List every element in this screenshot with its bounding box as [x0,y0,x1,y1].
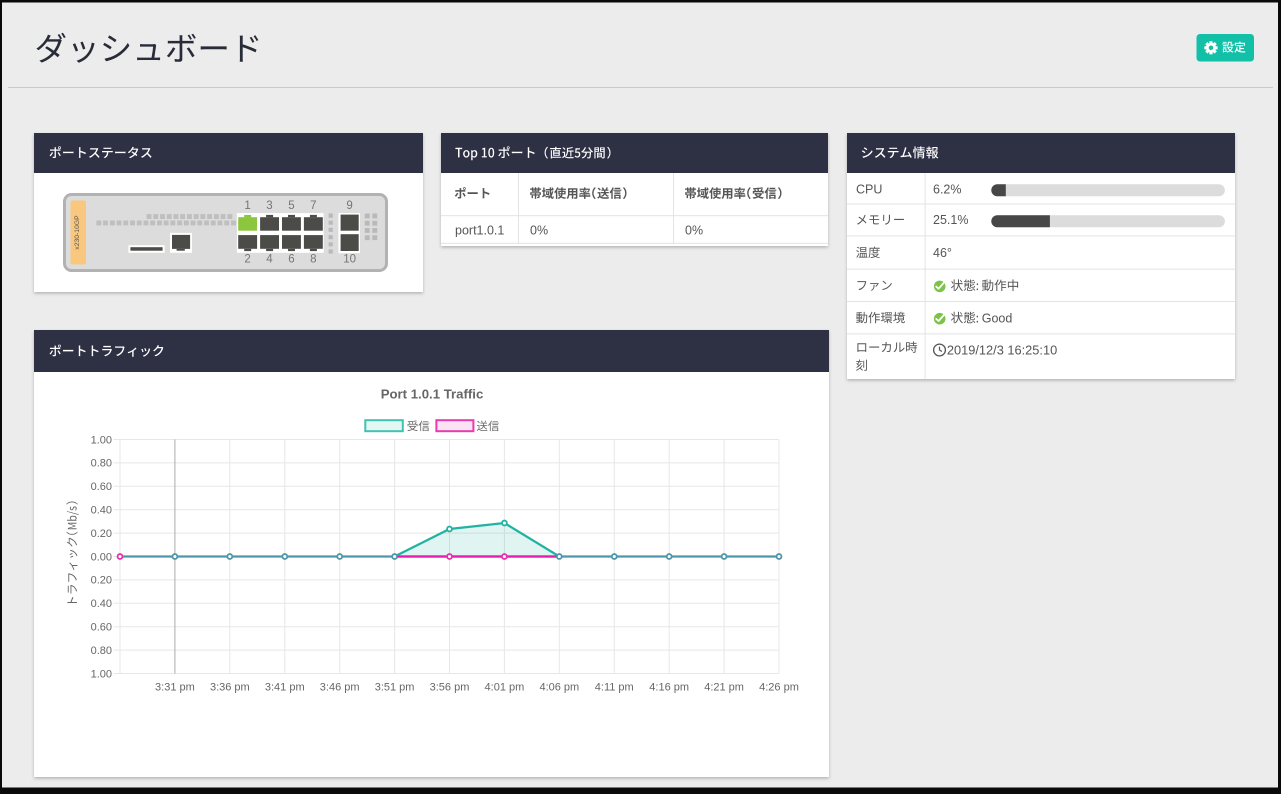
svg-text:3:31 pm: 3:31 pm [155,682,195,694]
svg-text:0.80: 0.80 [91,458,112,470]
svg-text:0.20: 0.20 [91,575,112,587]
svg-text:0.20: 0.20 [91,528,112,540]
svg-text:7: 7 [310,200,316,212]
svg-text:1.00: 1.00 [91,434,112,446]
svg-text:CPU: CPU [856,182,882,196]
svg-text:0%: 0% [530,224,548,238]
svg-text:6: 6 [288,253,294,265]
svg-text:0%: 0% [685,224,703,238]
svg-text:3: 3 [266,200,272,212]
svg-text:46°: 46° [933,246,952,260]
svg-text:8: 8 [310,253,316,265]
svg-text:3:41 pm: 3:41 pm [265,682,305,694]
svg-text:2019/12/3 16:25:10: 2019/12/3 16:25:10 [947,343,1057,358]
svg-text:3:56 pm: 3:56 pm [430,682,470,694]
svg-text:x230-10GP: x230-10GP [74,215,81,250]
svg-text:Port 1.0.1 Traffic: Port 1.0.1 Traffic [381,387,484,402]
svg-text:2: 2 [244,253,250,265]
svg-text:10: 10 [343,253,356,265]
svg-text:4:21 pm: 4:21 pm [704,682,744,694]
svg-text:6.2%: 6.2% [933,182,962,196]
svg-text:4:01 pm: 4:01 pm [485,682,525,694]
svg-text:port1.0.1: port1.0.1 [455,224,504,238]
svg-text:9: 9 [346,200,352,212]
svg-text:1.00: 1.00 [91,668,112,680]
svg-text:1: 1 [244,200,250,212]
svg-text:4:11 pm: 4:11 pm [595,682,634,694]
svg-text:4:26 pm: 4:26 pm [759,682,799,694]
svg-text:4:06 pm: 4:06 pm [539,682,579,694]
svg-text:0.60: 0.60 [91,622,112,634]
svg-text:0.40: 0.40 [91,598,112,610]
svg-text:5: 5 [288,200,294,212]
svg-text:Good: Good [982,311,1013,325]
svg-text:4:16 pm: 4:16 pm [649,682,689,694]
svg-text:0.40: 0.40 [91,505,112,517]
svg-text:4: 4 [266,253,273,265]
svg-text:0.60: 0.60 [91,481,112,493]
svg-text:25.1%: 25.1% [933,213,968,227]
svg-text:0.00: 0.00 [91,551,112,563]
svg-text:3:46 pm: 3:46 pm [320,682,360,694]
svg-text:0.80: 0.80 [91,645,112,657]
svg-text:3:36 pm: 3:36 pm [210,682,250,694]
svg-text:3:51 pm: 3:51 pm [375,682,415,694]
